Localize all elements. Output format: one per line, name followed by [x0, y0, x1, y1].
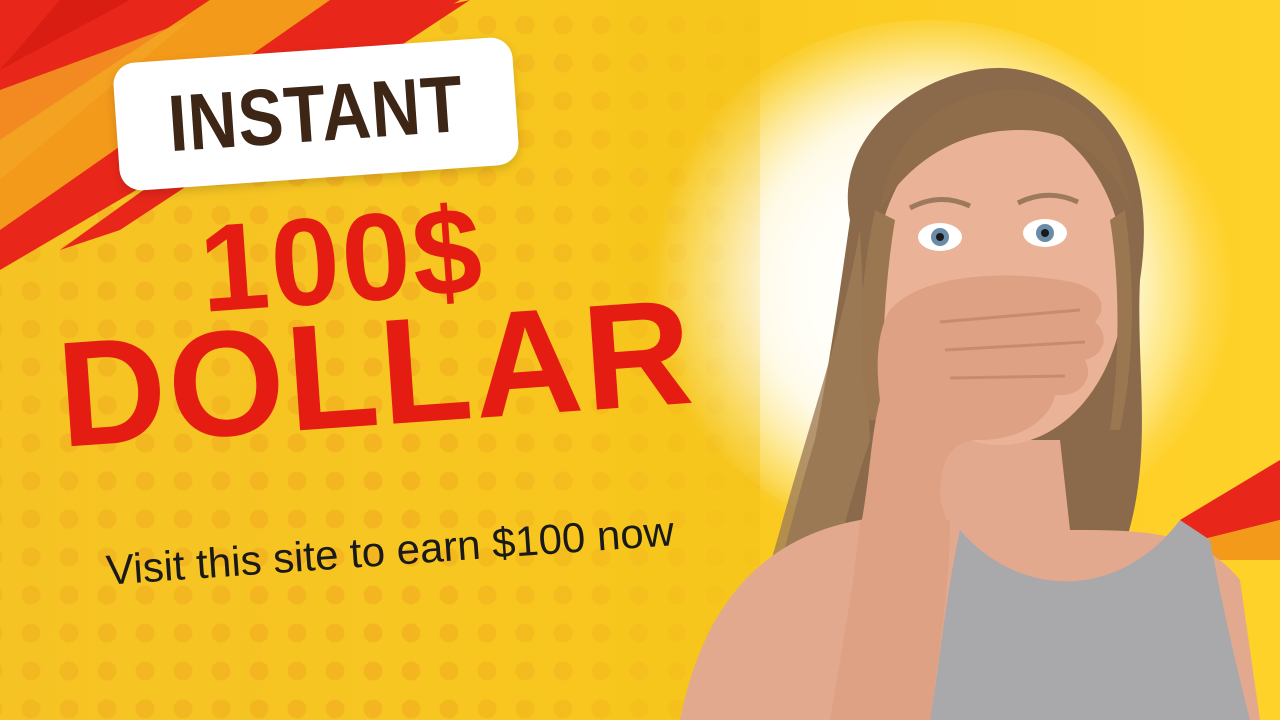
surprised-woman-photo	[680, 67, 1260, 720]
thumbnail-canvas: INSTANT 100$ DOLLAR Visit this site to e…	[0, 0, 1280, 720]
instant-badge-label: INSTANT	[165, 58, 467, 169]
headline-dollar: DOLLAR	[52, 266, 700, 479]
